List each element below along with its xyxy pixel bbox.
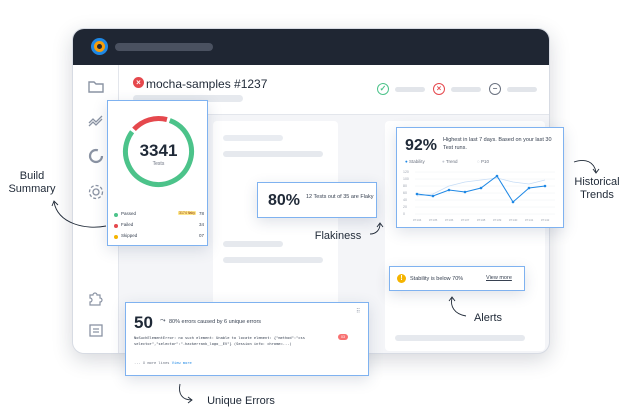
legend-p10: ○ P10 [477, 159, 489, 164]
svg-text:#7134: #7134 [413, 218, 422, 222]
list-icon[interactable] [87, 321, 105, 339]
svg-text:#7141: #7141 [525, 218, 534, 222]
legend-stability: ● Stability [405, 159, 425, 164]
passed-dot [114, 212, 118, 217]
skipped-dot [114, 234, 118, 239]
svg-text:0: 0 [403, 212, 405, 216]
run-title: mocha-samples #1237 [146, 77, 268, 91]
folder-icon[interactable] [87, 77, 105, 95]
placeholder-line [223, 241, 283, 247]
annotation-build-summary: Build Summary [8, 170, 56, 195]
svg-text:#7139: #7139 [493, 218, 502, 222]
alert-text: Stability is below 70% [410, 276, 464, 282]
fail-status-icon: × [133, 77, 144, 88]
flakiness-percent: 80% [268, 192, 301, 209]
minus-circle-icon[interactable]: − [489, 83, 501, 95]
trends-text: Highest in last 7 days. Based on your la… [443, 137, 552, 151]
status-placeholder [451, 87, 481, 92]
drag-handle-icon[interactable]: ⠿ [356, 308, 360, 315]
annotation-alerts: Alerts [473, 312, 503, 324]
legend-label: Skipped [121, 233, 138, 238]
svg-text:40: 40 [403, 198, 407, 202]
arrow-icon [51, 200, 107, 228]
unique-errors-card[interactable]: ⠿ 50 ⤳ 80% errors caused by 6 unique err… [125, 302, 369, 376]
svg-text:#7140: #7140 [509, 218, 518, 222]
legend-count: 34 [198, 222, 204, 227]
logo-icon[interactable] [91, 38, 108, 55]
annotation-historical-trends: Historical Trends [574, 176, 620, 201]
placeholder-line [223, 151, 323, 157]
placeholder-line [223, 257, 323, 263]
trend-icon: ⤳ [160, 317, 166, 324]
error-count-badge: 03 [338, 334, 348, 340]
flakiness-text: 12 Tests out of 35 are Flaky [306, 194, 374, 200]
svg-text:20: 20 [403, 205, 407, 209]
annotation-flakiness: Flakiness [314, 230, 362, 242]
svg-text:#7136: #7136 [445, 218, 454, 222]
legend-row-skipped: Skipped 07 [114, 233, 204, 241]
svg-text:80: 80 [403, 184, 407, 188]
errors-summary-text: 80% errors caused by 6 unique errors [169, 319, 262, 325]
arrow-icon [369, 222, 384, 235]
failed-dot [114, 223, 118, 228]
ring-icon[interactable] [87, 147, 105, 165]
historical-trends-card[interactable]: 92% Highest in last 7 days. Based on you… [396, 127, 564, 228]
error-message: NoSuchElementError: no such element: Una… [134, 336, 305, 346]
legend-label: Passed [121, 211, 137, 216]
svg-text:120: 120 [403, 170, 409, 174]
legend-row-failed: Failed 34 [114, 222, 204, 230]
warning-icon: ! [397, 274, 406, 283]
legend-trend: ● Trend [442, 159, 458, 164]
build-summary-card[interactable]: 3341 Tests Passed 3174 flaky 78 Failed 3… [107, 100, 208, 246]
trend-icon[interactable] [87, 111, 105, 129]
x-circle-icon[interactable]: × [433, 83, 445, 95]
svg-text:#7138: #7138 [477, 218, 486, 222]
flaky-badge: 3174 flaky [178, 211, 196, 215]
legend-label: Failed [121, 222, 134, 227]
placeholder-line [223, 135, 283, 141]
legend-count: 78 [198, 211, 204, 216]
flakiness-card[interactable]: 80% 12 Tests out of 35 are Flaky [257, 182, 377, 218]
annotation-unique-errors: Unique Errors [207, 395, 275, 407]
errors-count: 50 [134, 313, 153, 332]
top-bar [73, 29, 549, 65]
svg-text:#7142: #7142 [541, 218, 550, 222]
trends-line-chart: 120 100 80 60 40 20 0 #7134 #7135 #7136 #7… [403, 170, 555, 222]
errors-view-more-link[interactable]: View more [172, 361, 192, 365]
errors-more-line: ... X more lines View more [134, 361, 192, 365]
svg-text:#7137: #7137 [461, 218, 470, 222]
arrow-icon [573, 160, 600, 174]
placeholder-line [395, 335, 525, 341]
status-placeholder [507, 87, 537, 92]
arrow-icon [179, 383, 193, 404]
trends-percent: 92% [405, 137, 438, 154]
alert-view-more-link[interactable]: View more [486, 275, 512, 281]
svg-text:60: 60 [403, 191, 407, 195]
arrow-icon [448, 296, 467, 317]
puzzle-icon[interactable] [87, 289, 105, 307]
legend-count: 07 [198, 233, 204, 238]
legend-row-passed: Passed 3174 flaky 78 [114, 211, 204, 219]
svg-text:100: 100 [403, 177, 409, 181]
topbar-placeholder [115, 43, 213, 51]
svg-text:#7135: #7135 [429, 218, 438, 222]
check-circle-icon[interactable]: ✓ [377, 83, 389, 95]
alert-card[interactable]: ! Stability is below 70% View more [389, 266, 525, 291]
build-total-label: Tests [152, 161, 165, 167]
status-placeholder [395, 87, 425, 92]
build-total: 3341 [139, 141, 178, 160]
